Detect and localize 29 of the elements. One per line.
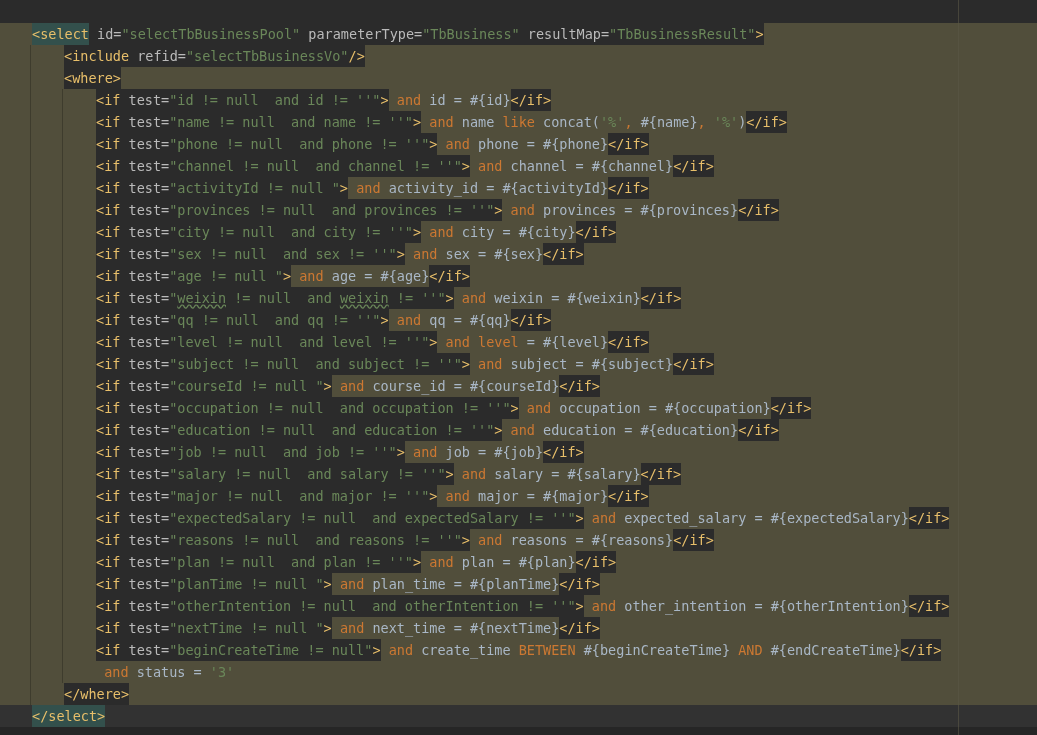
code-line: <include refid="selectTbBusinessVo"/> xyxy=(64,45,365,67)
code-line: <if test="expectedSalary != null and expectedSalary != ''"> and expected_salary = #{expectedSalary}</if> xyxy=(96,507,950,529)
code-line: <if test="education != null and education != ''"> and education = #{education}</if> xyxy=(96,419,779,441)
code-line: <if test="name != null and name != ''"> and name like concat('%', #{name}, '%')</if> xyxy=(96,111,787,133)
code-line: <if test="otherIntention != null and otherIntention != ''"> and other_intention = #{otherIntention}</if> xyxy=(96,595,950,617)
code-line: <if test="plan != null and plan != ''"> and plan = #{plan}</if> xyxy=(96,551,617,573)
code-line: <if test="channel != null and channel != ''"> and channel = #{channel}</if> xyxy=(96,155,714,177)
code-line: <if test="provinces != null and provinces != ''"> and provinces = #{provinces}</if> xyxy=(96,199,779,221)
code-line: <if test="qq != null and qq != ''"> and qq = #{qq}</if> xyxy=(96,309,552,331)
code-line: and status = '3' xyxy=(103,663,235,682)
code-line: <if test="courseId != null "> and course_id = #{courseId}</if> xyxy=(96,375,600,397)
code-line: <if test="weixin != null and weixin != ''"> and weixin = #{weixin}</if> xyxy=(96,287,682,309)
code-line: <if test="reasons != null and reasons != ''"> and reasons = #{reasons}</if> xyxy=(96,529,714,551)
code-line: <if test="phone != null and phone != ''"> and phone = #{phone}</if> xyxy=(96,133,649,155)
code-line: <if test="occupation != null and occupation != ''"> and occupation = #{occupation}</if> xyxy=(96,397,812,419)
code-line: <if test="major != null and major != ''"> and major = #{major}</if> xyxy=(96,485,649,507)
code-line: <if test="subject != null and subject != ''"> and subject = #{subject}</if> xyxy=(96,353,714,375)
code-line: <if test="salary != null and salary != ''"> and salary = #{salary}</if> xyxy=(96,463,682,485)
code-line: <if test="planTime != null "> and plan_time = #{planTime}</if> xyxy=(96,573,600,595)
code-line: <if test="id != null and id != ''"> and id = #{id}</if> xyxy=(96,89,552,111)
code-line: <if test="level != null and level != ''"> and level = #{level}</if> xyxy=(96,331,649,353)
code-line: <if test="beginCreateTime != null"> and create_time BETWEEN #{beginCreateTime} AND #{endCreateTime}</if> xyxy=(96,639,942,661)
code-line: <if test="nextTime != null "> and next_time = #{nextTime}</if> xyxy=(96,617,600,639)
code-line: <if test="job != null and job != ''"> and job = #{job}</if> xyxy=(96,441,584,463)
code-line: <select id="selectTbBusinessPool" parameterType="TbBusiness" resultMap="TbBusinessResult"> xyxy=(32,23,764,45)
code-line: <if test="city != null and city != ''"> and city = #{city}</if> xyxy=(96,221,617,243)
code-line: <if test="age != null "> and age = #{age}</if> xyxy=(96,265,470,287)
code-line: <if test="sex != null and sex != ''"> and sex = #{sex}</if> xyxy=(96,243,584,265)
code-line: <if test="activityId != null "> and activity_id = #{activityId}</if> xyxy=(96,177,649,199)
